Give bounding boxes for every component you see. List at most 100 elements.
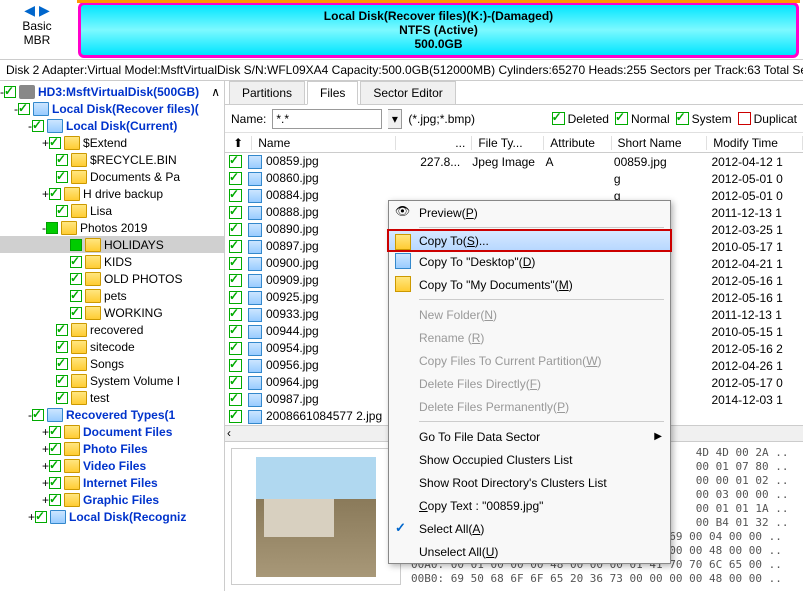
file-row[interactable]: 00859.jpg227.8...Jpeg ImageA00859.jpg201… [225,153,803,170]
tree-item[interactable]: Songs [0,355,224,372]
tree-item[interactable]: pets [0,287,224,304]
checkbox-icon[interactable] [4,86,16,98]
tree-item[interactable]: sitecode [0,338,224,355]
file-icon [248,155,262,169]
file-checkbox[interactable] [229,257,242,270]
file-checkbox[interactable] [229,291,242,304]
ctx-preview[interactable]: 👁Preview(P) [389,201,670,224]
checkbox-icon[interactable] [70,307,82,319]
tree-item[interactable]: recovered [0,321,224,338]
filter-system[interactable]: System [676,112,732,126]
ctx-goto-sector[interactable]: Go To File Data Sector▶ [389,425,670,448]
ctx-copy-mydocs[interactable]: Copy To "My Documents"(M) [389,273,670,296]
filter-normal[interactable]: Normal [615,112,670,126]
checkbox-icon[interactable] [49,188,61,200]
checkbox-icon[interactable] [56,341,68,353]
file-checkbox[interactable] [229,240,242,253]
file-checkbox[interactable] [229,308,242,321]
checkbox-icon[interactable] [56,324,68,336]
file-checkbox[interactable] [229,189,242,202]
tree-item[interactable]: +Document Files [0,423,224,440]
tree-item[interactable]: -Local Disk(Current) [0,117,224,134]
tree-item[interactable]: $RECYCLE.BIN [0,151,224,168]
ctx-delete-direct: Delete Files Directly(F) [389,372,670,395]
checkbox-icon[interactable] [49,477,61,489]
name-filter-input[interactable] [272,109,382,129]
folder-tree[interactable]: -HD3:MsftVirtualDisk(500GB)∧-Local Disk(… [0,81,225,591]
file-checkbox[interactable] [229,155,242,168]
tree-item[interactable]: -Photos 2019 [0,219,224,236]
tree-item[interactable]: +Graphic Files [0,491,224,508]
tree-label: pets [104,289,127,303]
nav-basic-mbr[interactable]: ◀ ▶ Basic MBR [0,0,74,47]
file-checkbox[interactable] [229,325,242,338]
checkbox-icon[interactable] [56,154,68,166]
checkbox-icon[interactable] [70,273,82,285]
checkbox-icon[interactable] [49,494,61,506]
ctx-copy-text[interactable]: Copy Text : "00859.jpg" [389,494,670,517]
tree-item[interactable]: +Video Files [0,457,224,474]
filter-deleted[interactable]: Deleted [552,112,609,126]
checkbox-icon[interactable] [56,171,68,183]
tree-item[interactable]: +Photo Files [0,440,224,457]
tree-label: Internet Files [83,476,158,490]
disk-bar[interactable]: Local Disk(Recover files)(K:)-(Damaged) … [78,2,799,58]
file-checkbox[interactable] [229,393,242,406]
ctx-unselect-all[interactable]: Unselect All(U) [389,540,670,563]
file-checkbox[interactable] [229,223,242,236]
tab-sector-editor[interactable]: Sector Editor [360,81,455,104]
ctx-root-clusters[interactable]: Show Root Directory's Clusters List [389,471,670,494]
name-filter-dropdown[interactable]: ▾ [388,109,402,129]
file-checkbox[interactable] [229,206,242,219]
ctx-occupied-clusters[interactable]: Show Occupied Clusters List [389,448,670,471]
tree-item[interactable]: Lisa [0,202,224,219]
file-checkbox[interactable] [229,376,242,389]
tree-item[interactable]: +Local Disk(Recogniz [0,508,224,525]
checkbox-icon[interactable] [70,256,82,268]
checkbox-icon[interactable] [32,120,44,132]
nav-arrows-icon: ◀ ▶ [0,2,74,19]
checkbox-icon[interactable] [56,358,68,370]
tree-item[interactable]: test [0,389,224,406]
file-checkbox[interactable] [229,274,242,287]
ctx-select-all[interactable]: Select All(A) [389,517,670,540]
file-list-header[interactable]: ⬆ Name ... File Ty... Attribute Short Na… [225,133,803,153]
checkbox-icon[interactable] [56,392,68,404]
checkbox-icon[interactable] [56,375,68,387]
checkbox-icon[interactable] [49,426,61,438]
file-checkbox[interactable] [229,342,242,355]
ctx-copy-to[interactable]: Copy To(S)... [387,229,672,252]
checkbox-icon[interactable] [70,239,82,251]
tab-files[interactable]: Files [307,81,358,105]
tree-item[interactable]: OLD PHOTOS [0,270,224,287]
up-arrow-icon[interactable]: ⬆ [225,136,252,150]
file-checkbox[interactable] [229,410,242,423]
tree-item[interactable]: +$Extend [0,134,224,151]
tree-item[interactable]: HOLIDAYS [0,236,224,253]
file-checkbox[interactable] [229,359,242,372]
file-checkbox[interactable] [229,172,242,185]
tree-item[interactable]: Documents & Pa [0,168,224,185]
checkbox-icon[interactable] [18,103,30,115]
tree-item[interactable]: KIDS [0,253,224,270]
checkbox-icon[interactable] [49,137,61,149]
ctx-copy-desktop[interactable]: Copy To "Desktop"(D) [389,250,670,273]
checkbox-icon[interactable] [70,290,82,302]
foldb-icon [47,408,63,422]
file-row[interactable]: 00860.jpgg2012-05-01 0 [225,170,803,187]
checkbox-icon[interactable] [49,460,61,472]
tree-item[interactable]: -Recovered Types(1 [0,406,224,423]
checkbox-icon[interactable] [46,222,58,234]
filter-duplicat[interactable]: Duplicat [738,112,797,126]
tree-item[interactable]: -HD3:MsftVirtualDisk(500GB)∧ [0,83,224,100]
checkbox-icon[interactable] [35,511,47,523]
checkbox-icon[interactable] [56,205,68,217]
tree-item[interactable]: System Volume I [0,372,224,389]
tab-partitions[interactable]: Partitions [229,81,305,104]
checkbox-icon[interactable] [32,409,44,421]
checkbox-icon[interactable] [49,443,61,455]
tree-item[interactable]: -Local Disk(Recover files)( [0,100,224,117]
tree-item[interactable]: +Internet Files [0,474,224,491]
tree-item[interactable]: +H drive backup [0,185,224,202]
tree-item[interactable]: WORKING [0,304,224,321]
